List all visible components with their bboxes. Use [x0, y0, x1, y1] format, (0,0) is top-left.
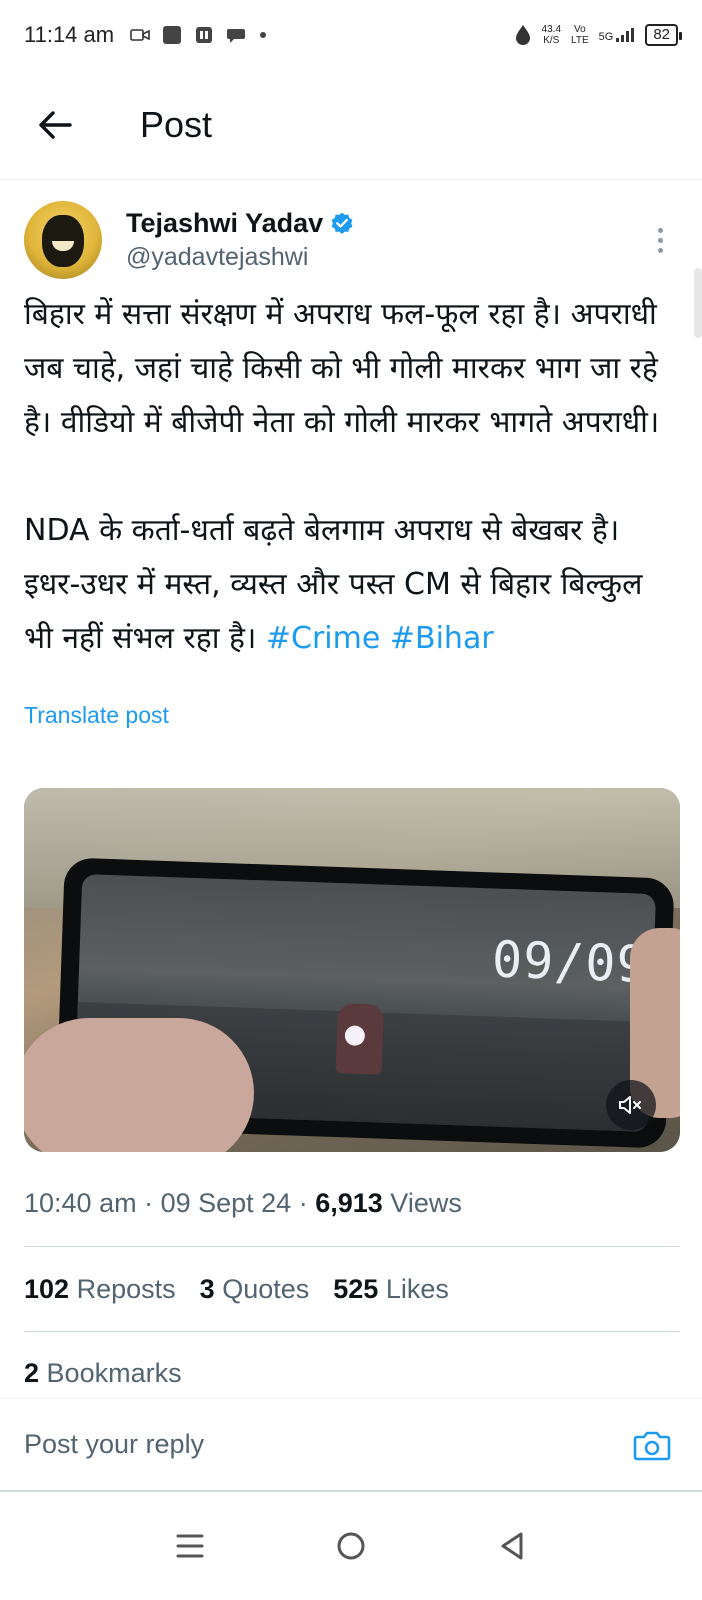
- status-indicators: 43.4 K/S Vo LTE 5G 82: [514, 24, 682, 46]
- page-title: Post: [140, 103, 213, 145]
- nav-menu-button[interactable]: [160, 1516, 220, 1576]
- notification-icons: [130, 25, 268, 45]
- dot-icon: [657, 247, 663, 253]
- views-label: Views: [390, 1188, 462, 1218]
- scrollbar[interactable]: [694, 268, 702, 338]
- back-triangle-icon: [501, 1532, 523, 1560]
- post-author: Tejashwi Yadav @yadavtejashwi: [24, 200, 680, 280]
- post-date: 09 Sept 24: [160, 1188, 292, 1218]
- translate-post-link[interactable]: Translate post: [24, 702, 169, 729]
- signal-indicator: 5G: [599, 27, 636, 43]
- hashtag-link[interactable]: #Crime: [266, 621, 380, 656]
- camera-icon: [633, 1431, 671, 1460]
- divider: [24, 1331, 680, 1332]
- nav-home-button[interactable]: [321, 1516, 381, 1576]
- more-notifications-dot-icon: [260, 32, 267, 38]
- post-paragraph: NDA के कर्ता-धर्ता बढ़ते बेलगाम अपराध से…: [24, 513, 643, 656]
- system-navigation-bar: [0, 1492, 702, 1600]
- dot-icon: [657, 237, 663, 243]
- hashtag-link[interactable]: #Bihar: [390, 621, 494, 656]
- mute-toggle-button[interactable]: [606, 1080, 656, 1130]
- bookmarks-stat[interactable]: 2 Bookmarks: [24, 1358, 182, 1389]
- volte-indicator: Vo LTE: [571, 24, 589, 46]
- verified-badge-icon: [331, 212, 353, 234]
- avatar[interactable]: [24, 201, 102, 279]
- video-timestamp: 09/09: [491, 930, 649, 994]
- views-count: 6,913: [315, 1188, 383, 1218]
- author-handle[interactable]: @yadavtejashwi: [126, 243, 355, 272]
- status-time: 11:14 am: [24, 22, 115, 47]
- quotes-stat[interactable]: 3 Quotes: [200, 1274, 310, 1305]
- video-call-icon: [130, 29, 150, 41]
- likes-stat[interactable]: 525 Likes: [333, 1274, 449, 1305]
- post-meta: 10:40 am · 09 Sept 24 · 6,913 Views: [24, 1188, 462, 1218]
- data-saver-icon: [515, 25, 530, 45]
- reply-bar: Post your reply: [0, 1398, 702, 1490]
- top-app-bar: Post: [0, 70, 702, 180]
- post-paragraph: बिहार में सत्ता संरक्षण में अपराध फल-फूल…: [24, 297, 660, 440]
- author-display-name-row[interactable]: Tejashwi Yadav: [126, 208, 355, 239]
- nav-back-button[interactable]: [482, 1516, 542, 1576]
- sim-icon: [196, 27, 213, 43]
- post-video[interactable]: 09/09: [24, 788, 680, 1152]
- author-display-name: Tejashwi Yadav: [126, 208, 324, 238]
- more-options-button[interactable]: [640, 220, 680, 260]
- arrow-left-icon: [39, 110, 72, 139]
- engagement-stats: 102 Reposts 3 Quotes 525 Likes: [24, 1274, 449, 1305]
- back-button[interactable]: [20, 90, 90, 160]
- post-time: 10:40 am: [24, 1188, 137, 1218]
- reposts-stat[interactable]: 102 Reposts: [24, 1274, 176, 1305]
- camera-button[interactable]: [622, 1415, 682, 1475]
- network-speed: 43.4 K/S: [541, 24, 562, 46]
- speaker-muted-icon: [619, 1096, 641, 1114]
- reply-input[interactable]: Post your reply: [24, 1429, 622, 1460]
- post-text: बिहार में सत्ता संरक्षण में अपराध फल-फूल…: [24, 288, 680, 666]
- divider: [24, 1246, 680, 1247]
- menu-icon: [176, 1534, 204, 1558]
- dot-icon: [657, 227, 663, 233]
- author-names: Tejashwi Yadav @yadavtejashwi: [126, 208, 355, 272]
- home-circle-icon: [337, 1532, 365, 1560]
- signal-bars-icon: [616, 28, 635, 42]
- status-bar: 11:14 am 43.4 K/S Vo LTE 5G 82: [0, 0, 702, 70]
- chat-bubble-icon: [227, 29, 246, 43]
- battery-indicator: 82: [645, 24, 682, 46]
- app-square-icon: [163, 26, 182, 44]
